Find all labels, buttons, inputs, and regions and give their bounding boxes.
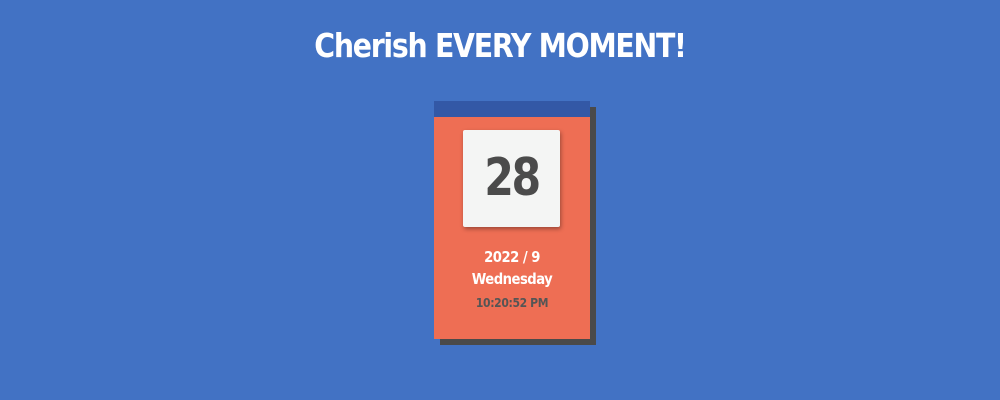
calendar-card: 28 2022 / 9 Wednesday 10:20:52 PM (434, 101, 590, 339)
clock-time: 10:20:52 PM (475, 296, 549, 310)
calendar-top-band (434, 101, 590, 117)
day-tile: 28 (463, 130, 560, 227)
day-number: 28 (484, 148, 541, 208)
page-title: Cherish EVERY MOMENT! (314, 26, 687, 65)
weekday-label: Wednesday (471, 270, 553, 288)
year-month-label: 2022 / 9 (484, 248, 540, 266)
